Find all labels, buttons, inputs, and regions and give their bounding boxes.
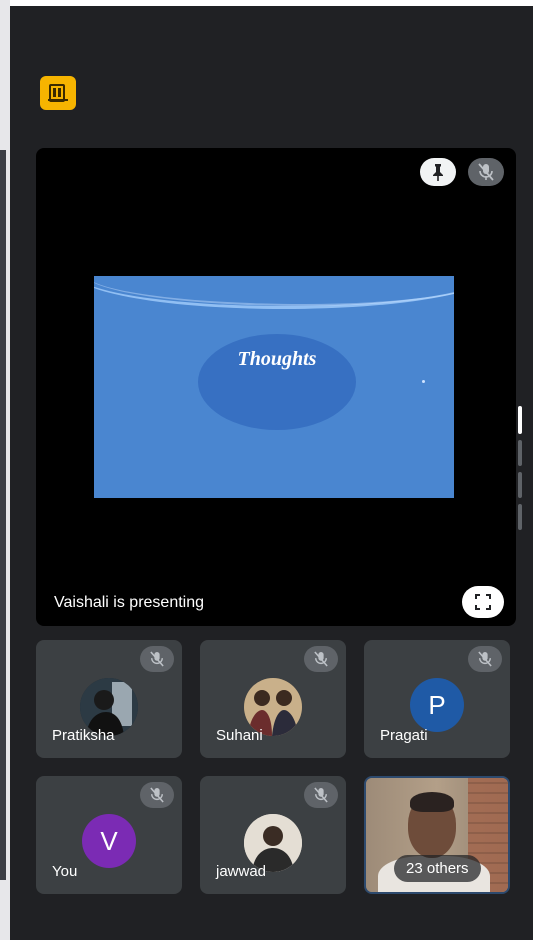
participant-name: jawwad [216,863,267,880]
avatar: P [410,678,464,732]
scrollbar-track [518,440,522,466]
participant-name: Pragati [380,727,428,744]
presenting-label: Vaishali is presenting [54,594,205,611]
participant-tile[interactable]: Pratiksha [36,640,182,758]
scrollbar-thumb[interactable] [518,406,522,434]
video-person [410,792,454,812]
slide-wave-decoration [94,276,454,306]
mic-off-icon [314,651,328,667]
mic-off-icon [478,651,492,667]
scrollbar-track [518,472,522,498]
mic-off-icon [314,787,328,803]
meet-call-screen: Thoughts Vaishali is presenting Pratiksh… [10,6,533,940]
participant-tile[interactable]: V You [36,776,182,894]
participant-tile[interactable]: P Pragati [364,640,510,758]
presenter-mute-status-button[interactable] [468,158,504,186]
participant-tile[interactable]: Suhani [200,640,346,758]
meeting-code-icon [48,84,68,102]
fullscreen-button[interactable] [462,586,504,618]
participant-name: Pratiksha [52,727,115,744]
slide-title: Thoughts [237,348,317,370]
mic-off-icon [150,651,164,667]
mute-status [304,646,338,672]
meeting-info-button[interactable] [40,76,76,110]
presentation-stage[interactable]: Thoughts Vaishali is presenting [36,148,516,626]
avatar: V [82,814,136,868]
scrollbar-track [518,504,522,530]
participant-tile[interactable]: jawwad [200,776,346,894]
pin-button[interactable] [420,158,456,186]
mic-off-icon [478,163,494,181]
mute-status [468,646,502,672]
mic-off-icon [150,787,164,803]
participant-name: Suhani [216,727,263,744]
mute-status [140,782,174,808]
participant-video-tile[interactable]: 23 others [364,776,510,894]
background-window-edge [0,0,10,940]
participant-name: You [52,863,78,880]
fullscreen-icon [475,594,491,610]
background-window-panel [0,150,6,880]
page-scrollbar[interactable] [518,406,522,574]
mute-status [140,646,174,672]
others-count-badge[interactable]: 23 others [394,855,481,882]
slide-dot [422,380,425,383]
shared-slide: Thoughts [94,276,454,498]
pin-icon [433,164,443,181]
mute-status [304,782,338,808]
